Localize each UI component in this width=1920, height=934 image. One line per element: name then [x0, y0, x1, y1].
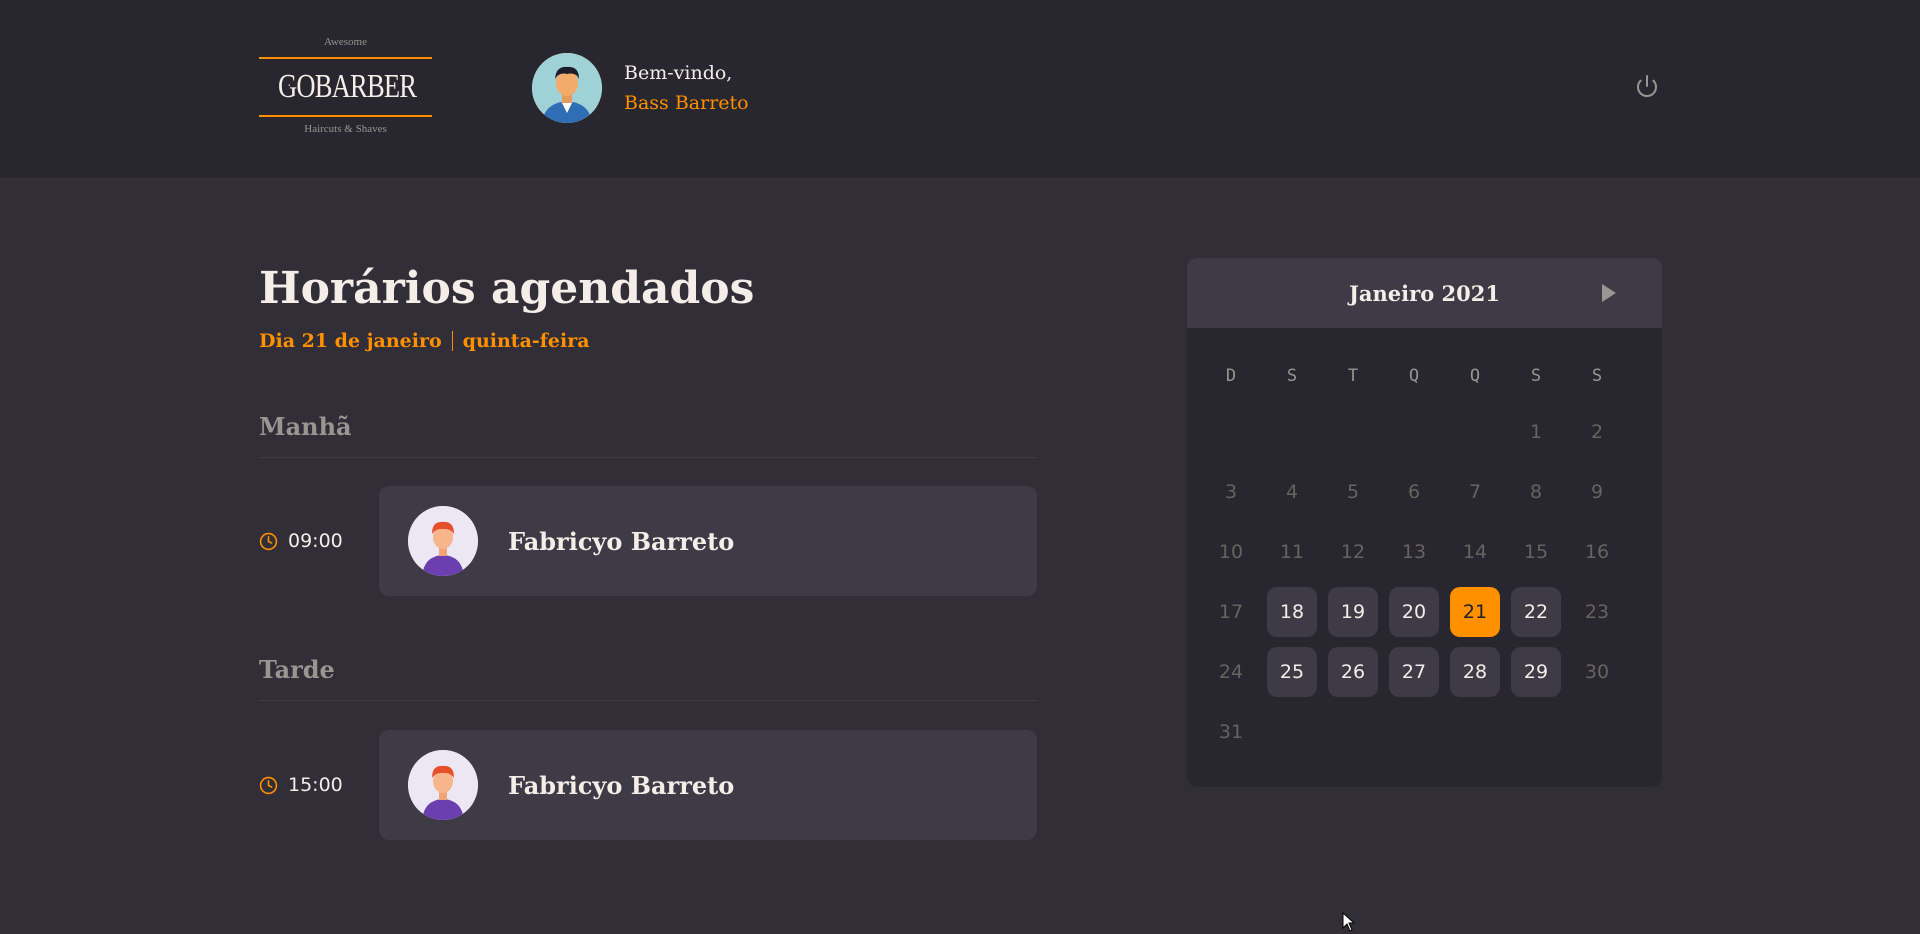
- afternoon-section-title: Tarde: [259, 655, 1037, 701]
- user-profile[interactable]: Bem-vindo, Bass Barreto: [532, 53, 749, 123]
- appointment-time-text: 09:00: [288, 530, 343, 552]
- calendar-day[interactable]: 25: [1267, 647, 1317, 697]
- calendar-day-disabled: 24: [1218, 661, 1244, 683]
- logo-top-text: Awesome: [324, 36, 367, 48]
- client-name: Fabricyo Barreto: [508, 770, 735, 800]
- weekday-label: S: [1286, 366, 1298, 386]
- calendar-day-disabled: 15: [1523, 541, 1549, 563]
- client-avatar-illustration: [408, 750, 478, 820]
- calendar-day-disabled: 17: [1218, 601, 1244, 623]
- calendar-day-disabled: 6: [1407, 481, 1421, 503]
- calendar-day-disabled: 3: [1224, 481, 1238, 503]
- welcome-text: Bem-vindo,: [624, 62, 733, 84]
- weekday-label: Q: [1408, 366, 1420, 386]
- date-label: Dia 21 de janeiro: [259, 330, 442, 352]
- next-month-button[interactable]: [1602, 284, 1616, 302]
- weekday-label: D: [1225, 366, 1237, 386]
- calendar-day-disabled: 12: [1340, 541, 1366, 563]
- clock-icon: [259, 532, 278, 550]
- calendar-day-disabled: 2: [1590, 421, 1604, 443]
- calendar-day[interactable]: 26: [1328, 647, 1378, 697]
- gobarber-logo[interactable]: Awesome · GOBARBER · Haircuts & Shaves: [259, 34, 432, 144]
- calendar-day-disabled: 30: [1584, 661, 1610, 683]
- client-name: Fabricyo Barreto: [508, 526, 735, 556]
- page-title: Horários agendados: [259, 263, 755, 314]
- calendar-day-disabled: 31: [1218, 721, 1244, 743]
- power-icon[interactable]: [1633, 72, 1661, 100]
- calendar-day-disabled: 5: [1346, 481, 1360, 503]
- user-avatar[interactable]: [532, 53, 602, 123]
- calendar-day[interactable]: 29: [1511, 647, 1561, 697]
- calendar-day-disabled: 16: [1584, 541, 1610, 563]
- calendar-month-label: Janeiro 2021: [1349, 280, 1500, 306]
- logo-brand-text: GOBARBER: [278, 68, 417, 105]
- calendar-day[interactable]: 20: [1389, 587, 1439, 637]
- calendar-day-disabled: 9: [1590, 481, 1604, 503]
- logo-bottom-line: [259, 115, 432, 117]
- calendar-day-disabled: 11: [1279, 541, 1305, 563]
- appointment-card[interactable]: Fabricyo Barreto: [379, 730, 1037, 840]
- weekday-label: T: [1347, 366, 1359, 386]
- calendar-day[interactable]: 22: [1511, 587, 1561, 637]
- weekday-label: quinta-feira: [462, 330, 590, 352]
- user-name-link[interactable]: Bass Barreto: [624, 88, 749, 118]
- calendar-day-disabled: 8: [1529, 481, 1543, 503]
- calendar-day-disabled: 13: [1401, 541, 1427, 563]
- calendar-day[interactable]: 28: [1450, 647, 1500, 697]
- calendar: Janeiro 2021 D S T Q Q S S 1 2 3 4 5 6 7 8 9 10 11 12 13 14 1…: [1187, 258, 1662, 787]
- calendar-day[interactable]: 19: [1328, 587, 1378, 637]
- mouse-cursor-icon: [1342, 911, 1356, 934]
- calendar-header: Janeiro 2021: [1187, 258, 1662, 328]
- clock-icon: [259, 776, 278, 794]
- client-avatar: [408, 506, 478, 576]
- appointment-row: 15:00 Fabricyo Barreto: [259, 730, 1037, 840]
- client-avatar-illustration: [408, 506, 478, 576]
- logo-dot-right: ·: [400, 79, 405, 94]
- calendar-day[interactable]: 27: [1389, 647, 1439, 697]
- calendar-day-disabled: 7: [1468, 481, 1482, 503]
- morning-section-title: Manhã: [259, 412, 1037, 458]
- calendar-day-disabled: 1: [1529, 421, 1543, 443]
- logo-brand: · GOBARBER ·: [278, 59, 417, 115]
- logo-bottom-text: Haircuts & Shaves: [304, 123, 387, 135]
- weekday-label: S: [1591, 366, 1603, 386]
- weekday-label: Q: [1469, 366, 1481, 386]
- client-avatar: [408, 750, 478, 820]
- calendar-day-disabled: 10: [1218, 541, 1244, 563]
- appointment-time-text: 15:00: [288, 774, 343, 796]
- logo-dot-left: ·: [287, 79, 291, 94]
- subtitle-divider: [451, 331, 453, 351]
- selected-date-subtitle: Dia 21 de janeiro quinta-feira: [259, 330, 1037, 352]
- schedule-section: Horários agendados Dia 21 de janeiro qui…: [259, 260, 1037, 840]
- chevron-right-icon: [1602, 284, 1616, 302]
- appointment-time: 15:00: [259, 774, 379, 796]
- profile-text: Bem-vindo, Bass Barreto: [624, 58, 749, 118]
- appointment-card[interactable]: Fabricyo Barreto: [379, 486, 1037, 596]
- user-avatar-illustration: [532, 53, 602, 123]
- calendar-day-disabled: 4: [1285, 481, 1299, 503]
- calendar-day-disabled: 23: [1584, 601, 1610, 623]
- calendar-day[interactable]: 18: [1267, 587, 1317, 637]
- calendar-day-disabled: 14: [1462, 541, 1488, 563]
- app-header: Awesome · GOBARBER · Haircuts & Shaves B…: [0, 0, 1920, 178]
- weekday-label: S: [1530, 366, 1542, 386]
- calendar-day-selected[interactable]: 21: [1450, 587, 1500, 637]
- appointment-time: 09:00: [259, 530, 379, 552]
- appointment-row: 09:00 Fabricyo Barreto: [259, 486, 1037, 596]
